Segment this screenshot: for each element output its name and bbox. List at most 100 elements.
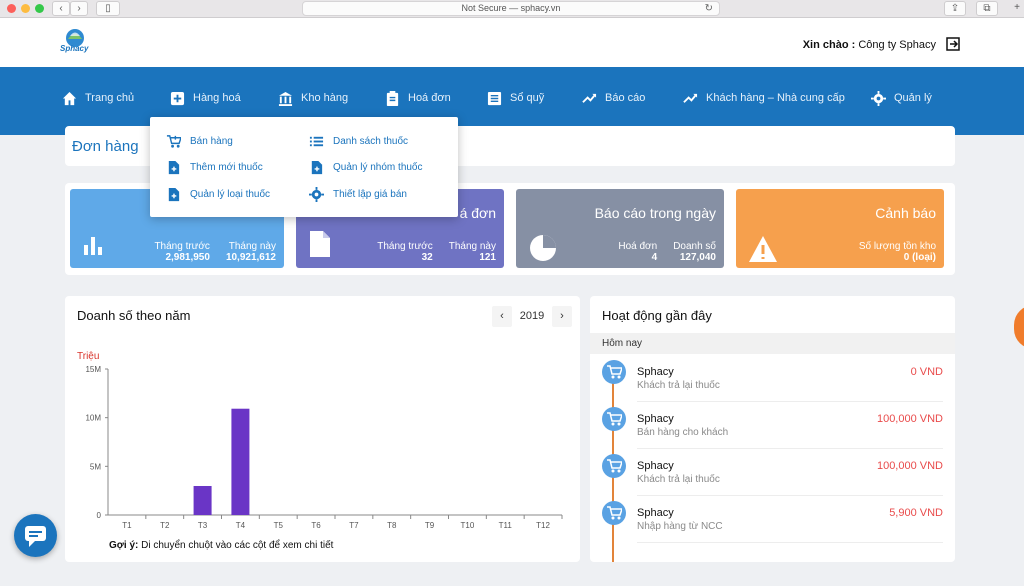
activity-desc: Bán hàng cho khách [637, 427, 729, 438]
back-button[interactable]: ‹ [52, 1, 70, 16]
sidebar-toggle-button[interactable]: ▯ [96, 1, 120, 16]
stat-col-label: Tháng này [448, 241, 496, 252]
nav-home[interactable]: Trang chủ [62, 89, 134, 107]
gear-icon [309, 187, 324, 202]
x-tick-label: T6 [311, 521, 321, 530]
logout-icon[interactable] [946, 37, 960, 51]
activity-row[interactable]: Sphacy Nhập hàng từ NCC 5,900 VND [590, 501, 955, 548]
stat-col-label: Doanh số [673, 241, 716, 252]
x-tick-label: T1 [122, 521, 132, 530]
stat-title: Cảnh báo [875, 205, 936, 221]
menu-item-drug-list[interactable]: Danh sách thuốc [309, 134, 408, 149]
hint-label: Gợi ý: [109, 540, 139, 551]
products-dropdown-menu: Bán hàng Thêm mới thuốc Quản lý loại thu… [150, 117, 458, 217]
activity-today-header: Hôm nay [590, 333, 955, 354]
cart-icon [602, 501, 626, 525]
activity-amount: 0 VND [910, 366, 943, 378]
new-tab-button[interactable]: + [1010, 1, 1024, 16]
nav-label: Báo cáo [605, 92, 646, 104]
x-tick-label: T8 [387, 521, 397, 530]
menu-item-drug-groups[interactable]: Quản lý nhóm thuốc [309, 160, 423, 175]
greeting: Xin chào : Công ty Sphacy [803, 39, 936, 51]
activity-name: Sphacy [637, 366, 674, 378]
cart-icon [602, 360, 626, 384]
stat-card-daily-report[interactable]: Báo cáo trong ngày Hoá đơn 4 Doanh số 127,… [516, 189, 724, 268]
reload-icon[interactable]: ↻ [705, 2, 713, 15]
activity-name: Sphacy [637, 460, 674, 472]
stat-col-value: 2,981,950 [165, 252, 210, 263]
trending-up-icon [683, 93, 698, 103]
nav-invoices[interactable]: Hoá đơn [385, 89, 451, 107]
nav-products[interactable]: Hàng hoá [170, 89, 241, 107]
activity-name: Sphacy [637, 413, 674, 425]
menu-item-label: Danh sách thuốc [333, 136, 409, 147]
chat-button[interactable] [14, 514, 57, 557]
bar-T4 [231, 408, 250, 515]
menu-item-label: Quản lý loại thuốc [190, 189, 271, 200]
activity-title: Hoạt động gần đây [602, 308, 712, 323]
nav-cashbook[interactable]: Sổ quỹ [487, 89, 544, 107]
list-icon [309, 136, 324, 147]
address-bar[interactable]: Not Secure — sphacy.vn ↻ [302, 1, 720, 16]
plus-box-icon [170, 91, 185, 105]
activity-row[interactable]: Sphacy Khách trả lại thuốc 0 VND [590, 360, 955, 407]
y-tick-label: 15M [85, 365, 101, 374]
menu-item-label: Bán hàng [190, 136, 233, 147]
nav-warehouse[interactable]: Kho hàng [278, 89, 348, 107]
gear-icon [871, 90, 886, 106]
stat-title: á đơn [459, 205, 496, 221]
menu-item-add-drug[interactable]: Thêm mới thuốc [166, 160, 263, 175]
close-window-button[interactable] [7, 4, 16, 13]
revenue-card: Doanh số theo năm ‹ 2019 › Triệu 0 5M 10M 15… [65, 296, 580, 562]
zoom-window-button[interactable] [35, 4, 44, 13]
nav-reports[interactable]: Báo cáo [582, 89, 645, 107]
sphacy-logo [66, 29, 84, 47]
nav-label: Hoá đơn [408, 92, 451, 104]
hint-text: Di chuyển chuột vào các cột để xem chi t… [141, 540, 334, 551]
greeting-label: Xin chào : [802, 39, 856, 51]
stat-col-label: Tháng này [228, 241, 276, 252]
cart-icon [602, 407, 626, 431]
file-plus-icon [168, 160, 180, 175]
activity-amount: 5,900 VND [889, 507, 943, 519]
nav-label: Khách hàng – Nhà cung cấp [706, 92, 845, 104]
side-menu-tab[interactable] [1014, 305, 1024, 349]
page-title: Đơn hàng [72, 138, 139, 155]
nav-customers-suppliers[interactable]: Khách hàng – Nhà cung cấp [683, 89, 845, 107]
stat-col-value: 121 [479, 252, 496, 263]
x-tick-label: T2 [160, 521, 170, 530]
minimize-window-button[interactable] [21, 4, 30, 13]
y-tick-label: 10M [85, 414, 101, 423]
chat-icon [25, 526, 46, 547]
nav-management[interactable]: Quản lý [871, 89, 932, 107]
warning-icon [749, 236, 777, 262]
nav-label: Quản lý [894, 92, 932, 104]
stat-card-warning[interactable]: Cảnh báo Số lượng tồn kho 0 (loại) [736, 189, 944, 268]
x-tick-label: T4 [236, 521, 246, 530]
stat-col-label: Tháng trước [154, 241, 210, 252]
row-divider [637, 401, 943, 402]
activity-desc: Khách trả lại thuốc [637, 474, 720, 485]
activity-row[interactable]: Sphacy Khách trả lại thuốc 100,000 VND [590, 454, 955, 501]
browser-toolbar: ‹ › ▯ Not Secure — sphacy.vn ↻ ⇪ ⧉ + [0, 0, 1024, 18]
nav-label: Trang chủ [85, 92, 135, 104]
menu-item-label: Thêm mới thuốc [190, 162, 263, 173]
nav-label: Sổ quỹ [510, 92, 545, 104]
row-divider [637, 495, 943, 496]
app-header: Sphacy Xin chào : Công ty Sphacy [0, 18, 1024, 67]
bar-chart-icon [84, 237, 102, 255]
forward-button[interactable]: › [70, 1, 88, 16]
stat-col-value: 0 (loại) [903, 252, 936, 263]
stat-col-label: Số lượng tồn kho [858, 241, 936, 252]
activity-row[interactable]: Sphacy Bán hàng cho khách 100,000 VND [590, 407, 955, 454]
activity-card: Hoạt động gần đây Hôm nay Sphacy Khách tr… [590, 296, 955, 562]
file-plus-icon [168, 187, 180, 202]
menu-item-drug-types[interactable]: Quản lý loại thuốc [166, 187, 270, 202]
stat-col-value: 4 [651, 252, 658, 263]
tabs-button[interactable]: ⧉ [976, 1, 998, 16]
menu-item-pricing[interactable]: Thiết lập giá bán [309, 187, 407, 202]
menu-item-sell[interactable]: Bán hàng [166, 134, 233, 149]
y-tick-label: 0 [97, 511, 102, 520]
share-button[interactable]: ⇪ [944, 1, 966, 16]
cart-icon [602, 454, 626, 478]
